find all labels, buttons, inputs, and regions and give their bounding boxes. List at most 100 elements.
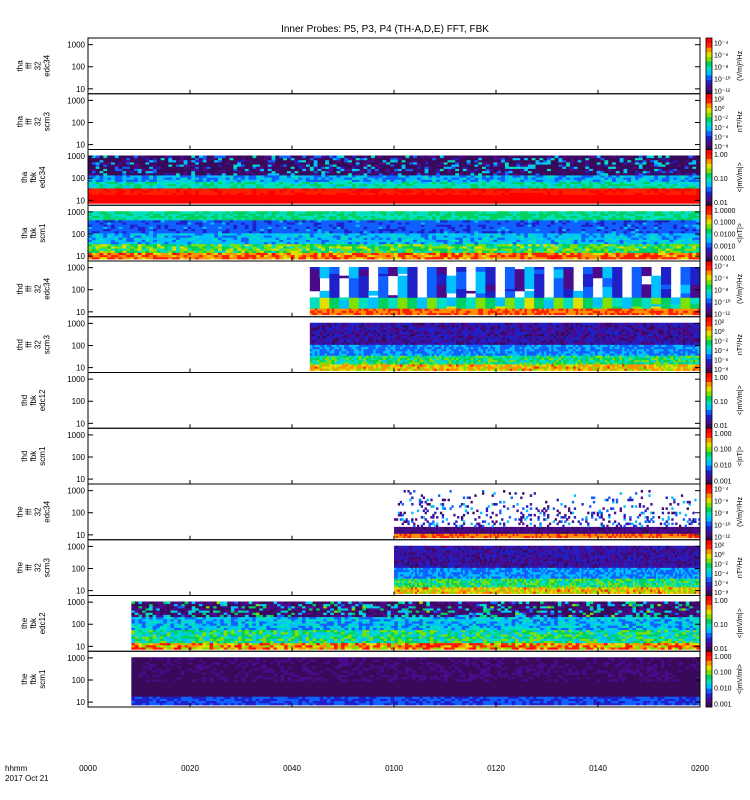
panel-label-line: 32	[34, 61, 43, 70]
spectrogram-cell	[153, 211, 158, 214]
spectrogram-cell	[638, 155, 644, 159]
panel-2: 100010010tha fff 32 scm310²10⁰10⁻²10⁻⁴10⁻⁶1…	[16, 93, 744, 151]
panel-label-line: tha	[16, 116, 25, 128]
color-bar-segment	[706, 56, 712, 62]
spectrogram-cell	[130, 155, 135, 159]
color-bar-segment	[706, 186, 712, 192]
y-tick-label: 10	[76, 196, 85, 205]
panel-label-line: fbk	[29, 171, 38, 183]
spectrogram-cell	[600, 155, 605, 159]
spectrogram-cell	[241, 211, 246, 214]
spectrogram-cell	[371, 155, 376, 159]
spectrogram-cell	[634, 155, 640, 159]
spectrogram-cell	[313, 211, 318, 214]
spectrogram-cell	[436, 155, 441, 159]
spectrogram-cell	[497, 155, 502, 159]
spectrogram-cell	[455, 155, 460, 159]
panel-3: 100010010tha fbk edc341.000.100.01<|mV/m|>	[20, 149, 744, 207]
spectrogram-cell	[225, 155, 230, 159]
color-bar-segment	[706, 144, 712, 150]
spectrogram-cell	[306, 211, 311, 214]
spectrogram-cell	[336, 155, 341, 159]
color-bar-segment	[706, 140, 712, 146]
spectrogram-cell	[657, 155, 663, 159]
spectrogram-cell	[229, 211, 234, 214]
y-tick-label: 100	[72, 174, 86, 183]
spectrogram-cell	[187, 155, 192, 159]
spectrogram-cell	[604, 155, 609, 159]
spectrogram-cell	[233, 211, 238, 214]
spectrogram-cell	[619, 155, 624, 159]
spectrogram-cell	[195, 155, 200, 159]
spectrogram-cell	[244, 211, 250, 214]
spectrogram-cell	[394, 155, 399, 159]
spectrogram-cell	[286, 211, 292, 214]
spectrogram-cell	[397, 155, 403, 159]
spectrogram-cell	[237, 155, 242, 159]
spectrogram-cell	[149, 211, 154, 214]
panel-4: 100010010tha fbk scm11.00000.10000.01000.0…	[20, 204, 744, 263]
spectrogram-cell	[573, 155, 579, 159]
spectrogram-cell	[118, 211, 123, 214]
color-bar-tick-label: 10⁻⁶	[714, 52, 728, 59]
spectrogram-cell	[306, 155, 311, 159]
spectrogram-cell	[187, 211, 192, 214]
spectrogram-cell	[592, 155, 598, 159]
spectrogram-cell	[493, 155, 498, 159]
spectrogram-cell	[110, 155, 116, 159]
panel-label-line: fff	[25, 62, 34, 69]
panel-label-line: tha	[16, 60, 25, 72]
spectrogram-cell	[290, 155, 295, 159]
spectrogram-cell	[585, 155, 590, 159]
spectrogram-cell	[271, 211, 276, 214]
spectrogram-cell	[439, 155, 445, 159]
spectrogram-cell	[623, 155, 628, 159]
spectrogram-cell	[210, 155, 215, 159]
color-bar-segment	[706, 130, 712, 136]
spectrogram-cell	[221, 211, 227, 214]
spectrogram-cell	[428, 155, 433, 159]
y-tick-label: 1000	[67, 152, 85, 161]
color-bar-segment	[706, 42, 712, 48]
panel-label-line: edc34	[38, 166, 47, 188]
spectrogram-cell	[294, 211, 299, 214]
spectrogram-cell	[581, 155, 586, 159]
spectrogram-cell	[256, 155, 261, 159]
spectrogram-cell	[175, 211, 181, 214]
spectrogram-cell	[206, 155, 211, 159]
spectrogram-cell	[650, 155, 655, 159]
spectrogram-cell	[539, 155, 544, 159]
spectrogram-cell	[504, 155, 510, 159]
spectrogram-cell	[432, 155, 437, 159]
color-bar-unit-label: nT²/Hz	[737, 111, 744, 133]
spectrogram-cell	[195, 211, 200, 214]
spectrogram-cell	[99, 211, 104, 214]
spectrogram-cell	[198, 155, 204, 159]
spectrogram-cell	[95, 155, 100, 159]
spectrogram-cell	[202, 211, 207, 214]
color-bar-segment	[706, 191, 712, 197]
color-bar-segment	[706, 84, 712, 90]
spectrogram-cell	[263, 211, 269, 214]
spectrogram-cell	[478, 155, 483, 159]
spectrogram-cell	[183, 211, 188, 214]
spectrogram-cell	[175, 155, 181, 159]
color-bar-segment	[706, 98, 712, 104]
spectrogram-cell	[424, 155, 429, 159]
spectrogram-cell	[550, 155, 556, 159]
spectrogram-cell	[206, 211, 211, 214]
spectrogram-cell	[164, 155, 169, 159]
color-bar-tick-label: 10²	[714, 96, 725, 103]
spectrogram-cell	[527, 155, 533, 159]
color-bar-segment	[706, 89, 712, 95]
spectrogram-cell	[229, 155, 234, 159]
spectrogram-cell	[198, 211, 204, 214]
spectrogram-cell	[485, 155, 491, 159]
spectrogram-cell	[646, 155, 651, 159]
spectrogram-cell	[290, 211, 295, 214]
spectrogram-cell	[271, 155, 276, 159]
color-bar-tick-label: 0.01	[714, 200, 728, 207]
spectrogram-cell	[183, 155, 188, 159]
spectrogram-cell	[367, 155, 372, 159]
spectrogram-cell	[160, 211, 165, 214]
